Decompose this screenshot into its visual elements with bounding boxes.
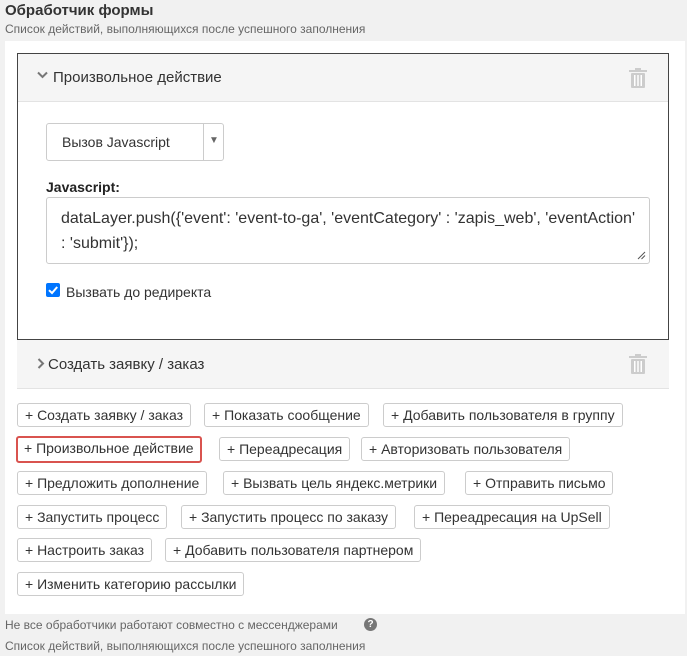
add-custom-action-button[interactable]: + Произвольное действие bbox=[16, 436, 202, 463]
add-show-message-button[interactable]: + Показать сообщение bbox=[204, 403, 369, 427]
select-value: Вызов Javascript bbox=[62, 134, 170, 150]
messenger-note: Не все обработчики работают совместно с … bbox=[5, 618, 338, 632]
trash-icon[interactable] bbox=[629, 68, 647, 88]
redirect-checkbox-label[interactable]: Вызвать до редиректа bbox=[66, 284, 211, 300]
footer-subtitle: Список действий, выполняющихся после усп… bbox=[5, 639, 366, 653]
action-card-title: Произвольное действие bbox=[53, 69, 222, 86]
add-redirect-button[interactable]: + Переадресация bbox=[219, 437, 351, 461]
add-change-category-button[interactable]: + Изменить категорию рассылки bbox=[17, 572, 245, 596]
javascript-textarea[interactable]: dataLayer.push({'event': 'event-to-ga', … bbox=[46, 197, 650, 264]
chevron-down-icon[interactable] bbox=[37, 71, 48, 79]
page-title: Обработчик формы bbox=[5, 2, 154, 19]
help-circle-icon[interactable]: ? bbox=[364, 618, 377, 631]
add-start-process-button[interactable]: + Запустить процесс bbox=[17, 505, 168, 529]
checkmark-icon bbox=[48, 286, 58, 295]
action-card-header[interactable]: Произвольное действие bbox=[18, 54, 668, 102]
add-send-letter-button[interactable]: + Отправить письмо bbox=[465, 471, 614, 495]
resize-handle-icon[interactable] bbox=[637, 251, 646, 260]
add-redirect-upsell-button[interactable]: + Переадресация на UpSell bbox=[414, 505, 610, 529]
javascript-label: Javascript: bbox=[46, 179, 120, 195]
action-card-title: Создать заявку / заказ bbox=[48, 356, 205, 373]
add-partner-button[interactable]: + Добавить пользователя партнером bbox=[165, 538, 422, 562]
redirect-checkbox[interactable] bbox=[46, 283, 60, 297]
add-configure-order-button[interactable]: + Настроить заказ bbox=[17, 538, 153, 562]
add-start-process-order-button[interactable]: + Запустить процесс по заказу bbox=[181, 505, 397, 529]
select-divider bbox=[203, 124, 204, 160]
add-user-group-button[interactable]: + Добавить пользователя в группу bbox=[383, 403, 623, 427]
action-type-select[interactable]: Вызов Javascript ▼ bbox=[46, 123, 224, 161]
add-offer-addon-button[interactable]: + Предложить дополнение bbox=[17, 471, 208, 495]
javascript-code: dataLayer.push({'event': 'event-to-ga', … bbox=[61, 210, 635, 252]
trash-icon[interactable] bbox=[629, 354, 647, 374]
chevron-right-icon[interactable] bbox=[37, 358, 45, 369]
action-card-custom: Произвольное действие Вызов Javascript ▼… bbox=[17, 53, 669, 340]
page-subtitle: Список действий, выполняющихся после усп… bbox=[5, 22, 366, 36]
caret-down-icon[interactable]: ▼ bbox=[209, 135, 219, 146]
add-authorize-user-button[interactable]: + Авторизовать пользователя bbox=[361, 437, 571, 461]
add-create-order-button[interactable]: + Создать заявку / заказ bbox=[17, 403, 192, 427]
action-card-create-order[interactable]: Создать заявку / заказ bbox=[17, 340, 669, 389]
add-yandex-goal-button[interactable]: + Вызвать цель яндекс.метрики bbox=[223, 471, 446, 495]
